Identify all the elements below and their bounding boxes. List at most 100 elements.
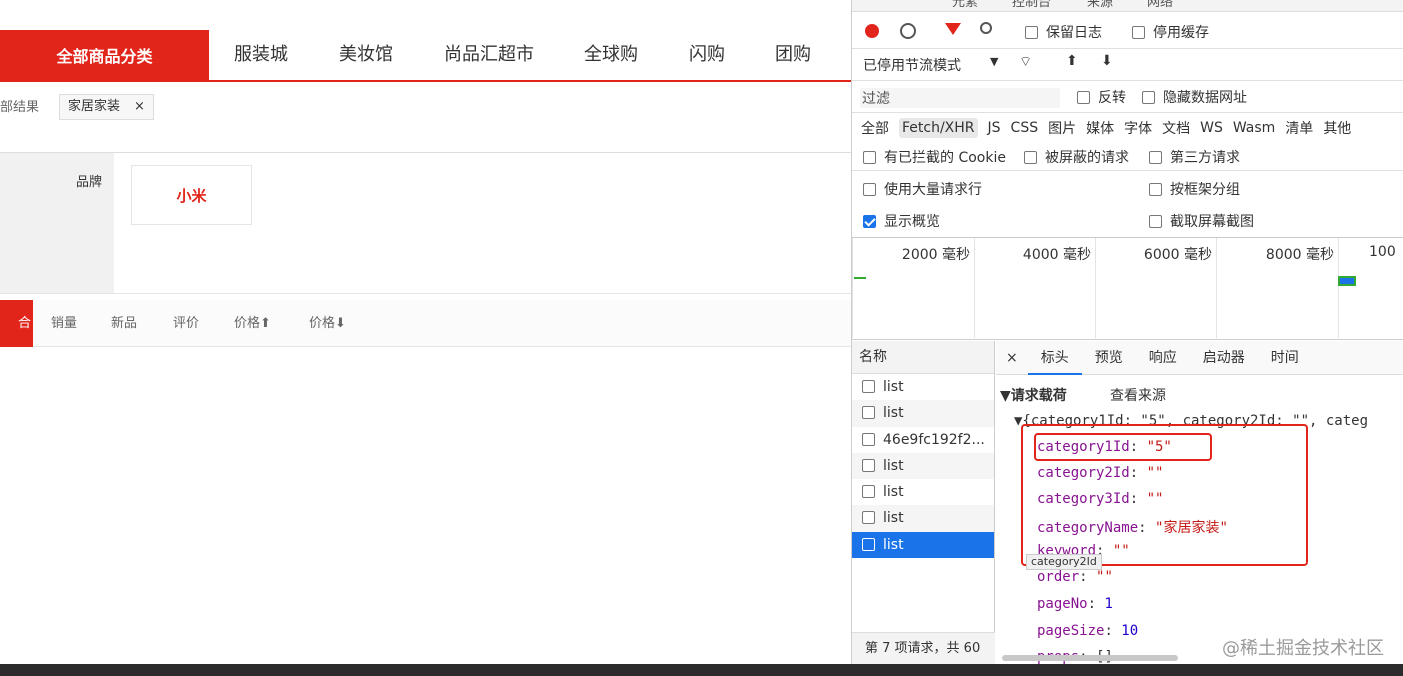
option-row-1: 有已拦截的 Cookie 被屏蔽的请求 第三方请求 xyxy=(852,143,1403,171)
all-categories-button[interactable]: 全部商品分类 xyxy=(0,30,209,80)
brand-logo-xiaomi[interactable]: 小米 xyxy=(131,165,252,225)
nav-item[interactable]: 团购 xyxy=(775,30,811,80)
detail-tabs: × 标头 预览 响应 启动器 时间 xyxy=(996,341,1403,375)
sort-price-asc[interactable]: 价格⬆ xyxy=(234,300,271,347)
nav-item[interactable]: 全球购 xyxy=(584,30,638,80)
clear-icon[interactable] xyxy=(900,23,916,39)
payload-key: order xyxy=(1037,569,1080,585)
sort-sales[interactable]: 销量 xyxy=(51,300,77,347)
blocked-cookie-checkbox[interactable]: 有已拦截的 Cookie xyxy=(863,147,1006,167)
request-name: 46e9fc192f2... xyxy=(883,431,985,448)
close-icon[interactable]: × xyxy=(134,95,145,119)
network-overview: 2000 毫秒 4000 毫秒 6000 毫秒 8000 毫秒 100 xyxy=(852,238,1403,340)
request-row[interactable]: list xyxy=(852,452,994,480)
request-row[interactable]: list xyxy=(852,400,994,427)
capture-screenshots-checkbox[interactable]: 截取屏幕截图 xyxy=(1149,211,1254,231)
payload-value: 1 xyxy=(1104,596,1113,612)
tab-headers[interactable]: 标头 xyxy=(1027,341,1082,375)
download-icon[interactable]: ⬇ xyxy=(1101,53,1113,69)
type-fetch-xhr[interactable]: Fetch/XHR xyxy=(899,118,978,138)
search-icon[interactable] xyxy=(980,22,992,34)
third-party-checkbox[interactable]: 第三方请求 xyxy=(1149,147,1240,167)
timeline-tick-label: 2000 毫秒 xyxy=(901,247,970,263)
payload-key: pageNo xyxy=(1037,596,1088,612)
request-row[interactable]: list xyxy=(852,505,994,532)
type-media[interactable]: 媒体 xyxy=(1086,118,1114,138)
type-ws[interactable]: WS xyxy=(1200,120,1223,136)
record-icon[interactable] xyxy=(865,24,879,38)
wifi-icon[interactable]: ⌔ xyxy=(1019,53,1032,71)
timeline-tick-label: 6000 毫秒 xyxy=(1143,247,1212,263)
tab-elements[interactable]: 元素 xyxy=(952,0,978,10)
sort-bar: 合 销量 新品 评价 价格⬆ 价格⬇ xyxy=(0,300,851,347)
type-other[interactable]: 其他 xyxy=(1323,118,1351,138)
name-column-header: 名称 xyxy=(852,341,994,374)
request-row[interactable]: list xyxy=(852,479,994,505)
sort-price-desc[interactable]: 价格⬇ xyxy=(309,300,346,347)
type-img[interactable]: 图片 xyxy=(1048,118,1076,138)
close-icon[interactable]: × xyxy=(996,341,1028,375)
sort-comprehensive[interactable]: 合 xyxy=(0,300,33,347)
blocked-requests-checkbox[interactable]: 被屏蔽的请求 xyxy=(1024,147,1129,167)
sort-new[interactable]: 新品 xyxy=(111,300,137,347)
chevron-down-icon[interactable]: ▼ xyxy=(990,55,998,68)
tab-network[interactable]: 网络 xyxy=(1147,0,1173,10)
tab-sources[interactable]: 来源 xyxy=(1087,0,1113,10)
breadcrumb-label: 部结果 xyxy=(0,100,40,115)
nav-item[interactable]: 尚品汇超市 xyxy=(444,30,534,80)
nav-item[interactable]: 闪购 xyxy=(689,30,725,80)
type-filters: 全部 Fetch/XHR JS CSS 图片 媒体 字体 文档 WS Wasm … xyxy=(852,113,1403,143)
type-doc[interactable]: 文档 xyxy=(1162,118,1190,138)
main-nav: 全部商品分类 服装城 美妆馆 尚品汇超市 全球购 闪购 团购 xyxy=(0,30,851,82)
request-count: 第 7 项请求，共 60 xyxy=(852,632,995,664)
tab-initiator[interactable]: 启动器 xyxy=(1190,341,1258,375)
tab-preview[interactable]: 预览 xyxy=(1082,341,1136,375)
type-js[interactable]: JS xyxy=(988,120,1001,136)
request-row[interactable]: 46e9fc192f2... xyxy=(852,427,994,453)
filter-icon[interactable] xyxy=(945,23,961,35)
request-row-selected[interactable]: list xyxy=(852,531,994,559)
preserve-log-label: 保留日志 xyxy=(1046,25,1102,41)
request-row[interactable]: list xyxy=(852,374,994,400)
disable-cache-label: 停用缓存 xyxy=(1153,25,1209,41)
highlight-box-large xyxy=(1021,424,1308,566)
request-name: list xyxy=(883,405,904,422)
large-rows-checkbox[interactable]: 使用大量请求行 xyxy=(863,179,982,199)
request-name: list xyxy=(883,484,904,501)
tab-response[interactable]: 响应 xyxy=(1136,341,1190,375)
taskbar xyxy=(0,664,1403,676)
invert-checkbox[interactable]: 反转 xyxy=(1077,87,1126,107)
brand-label: 品牌 xyxy=(0,153,114,293)
nav-item[interactable]: 服装城 xyxy=(234,30,288,80)
timeline-tick: 100 xyxy=(1338,238,1403,338)
hide-data-urls-checkbox[interactable]: 隐藏数据网址 xyxy=(1142,87,1247,107)
show-overview-checkbox[interactable]: 显示概览 xyxy=(863,211,940,231)
tab-console[interactable]: 控制台 xyxy=(1012,0,1051,10)
upload-icon[interactable]: ⬆ xyxy=(1066,53,1078,69)
filter-input[interactable]: 过滤 xyxy=(860,88,1060,108)
type-wasm[interactable]: Wasm xyxy=(1233,120,1275,136)
invert-label: 反转 xyxy=(1098,90,1126,106)
large-rows-label: 使用大量请求行 xyxy=(884,182,982,198)
payload-value: "" xyxy=(1096,569,1113,585)
timeline-tick: 6000 毫秒 xyxy=(1095,238,1216,338)
view-source-link[interactable]: 查看来源 xyxy=(1110,385,1166,405)
type-manifest[interactable]: 清单 xyxy=(1285,118,1313,138)
nav-item[interactable]: 美妆馆 xyxy=(339,30,393,80)
show-overview-label: 显示概览 xyxy=(884,214,940,230)
throttle-select[interactable]: 已停用节流模式 xyxy=(863,55,961,75)
group-by-frame-checkbox[interactable]: 按框架分组 xyxy=(1149,179,1240,199)
sort-rating[interactable]: 评价 xyxy=(173,300,199,347)
request-name: list xyxy=(883,457,904,474)
blocked-requests-label: 被屏蔽的请求 xyxy=(1045,150,1129,166)
preserve-log-checkbox[interactable]: 保留日志 xyxy=(1025,22,1102,42)
type-font[interactable]: 字体 xyxy=(1124,118,1152,138)
timeline-tick-label: 4000 毫秒 xyxy=(1022,247,1091,263)
payload-title[interactable]: ▼请求载荷 xyxy=(1000,385,1067,405)
type-css[interactable]: CSS xyxy=(1011,120,1039,136)
horizontal-scrollbar[interactable] xyxy=(1002,655,1178,661)
type-all[interactable]: 全部 xyxy=(861,118,889,138)
payload-field: order: "" xyxy=(1037,569,1113,585)
tab-timing[interactable]: 时间 xyxy=(1258,341,1312,375)
disable-cache-checkbox[interactable]: 停用缓存 xyxy=(1132,22,1209,42)
